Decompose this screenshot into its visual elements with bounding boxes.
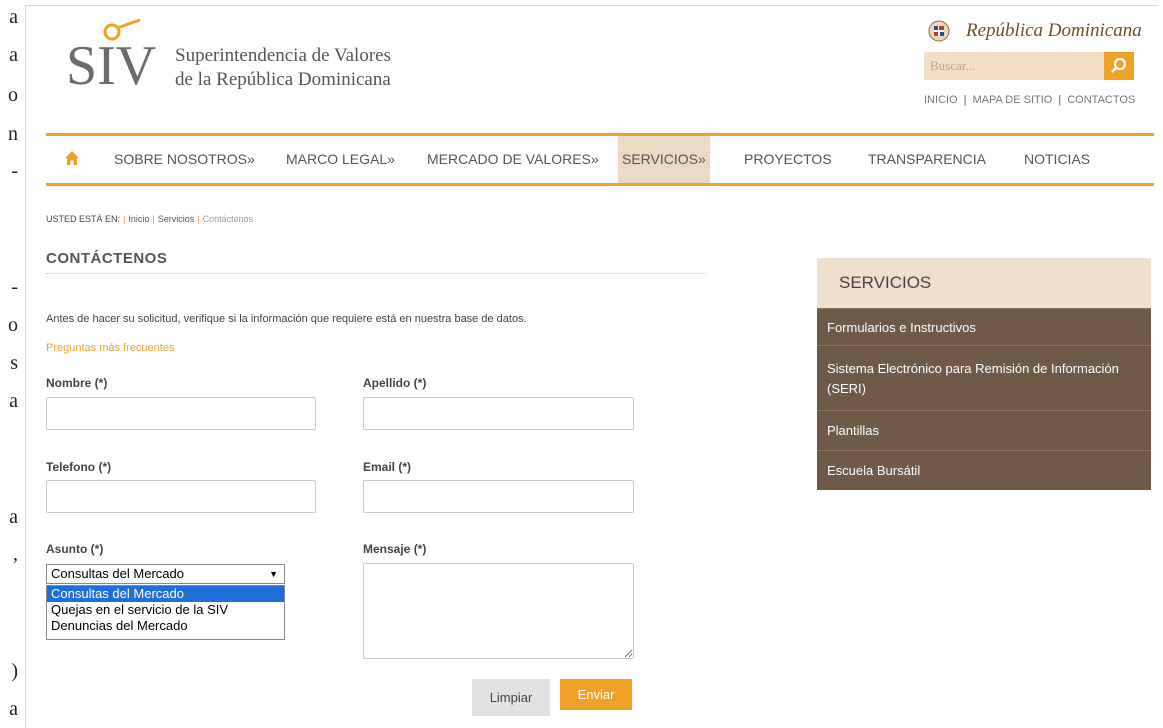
intro-text: Antes de hacer su solicitud, verifique s…	[46, 313, 527, 325]
apellido-label: Apellido (*)	[363, 376, 427, 390]
search-input[interactable]	[924, 52, 1104, 80]
gutter-glyph: o	[8, 84, 18, 106]
gutter-glyph: ,	[13, 543, 18, 565]
breadcrumb-label: USTED ESTÁ EN:	[46, 214, 121, 224]
email-field[interactable]	[363, 480, 634, 513]
telefono-field[interactable]	[46, 480, 316, 513]
gutter-glyph: o	[8, 314, 18, 336]
nombre-field[interactable]	[46, 397, 316, 430]
top-links: INICIO | MAPA DE SITIO | CONTACTOS	[924, 94, 1135, 106]
nav-mercado-de-valores[interactable]: MERCADO DE VALORES»	[427, 136, 599, 183]
asunto-dropdown-list: Consultas del Mercado Quejas en el servi…	[46, 585, 285, 640]
divider: |	[197, 214, 200, 224]
siv-logo[interactable]: SIV	[66, 18, 156, 97]
asunto-select[interactable]: Consultas del Mercado ▼	[46, 564, 285, 584]
title-divider	[46, 273, 706, 274]
top-link-mapa[interactable]: MAPA DE SITIO	[972, 94, 1052, 106]
coat-of-arms-icon	[928, 20, 950, 42]
asunto-label: Asunto (*)	[46, 542, 104, 556]
sidebar-title: SERVICIOS	[817, 258, 1151, 308]
gutter-glyph: -	[11, 276, 18, 298]
gutter-glyph: a	[9, 390, 18, 412]
gutter-glyph: n	[8, 123, 18, 145]
sidebar-item-seri[interactable]: Sistema Electrónico para Remisión de Inf…	[817, 345, 1151, 410]
org-name-line2: de la República Dominicana	[175, 69, 391, 90]
logo-letters: SIV	[66, 35, 156, 90]
gutter-glyph: -	[11, 160, 18, 182]
asunto-option[interactable]: Denuncias del Mercado	[47, 618, 284, 634]
submit-button[interactable]: Enviar	[560, 679, 632, 710]
divider: |	[963, 94, 967, 106]
sidebar-item-formularios[interactable]: Formularios e Instructivos	[817, 308, 1151, 345]
breadcrumb: USTED ESTÁ EN: | Inicio | Servicios | Contácte…	[46, 214, 253, 224]
page-title: CONTÁCTENOS	[46, 250, 168, 267]
home-icon[interactable]	[64, 150, 80, 166]
telefono-label: Telefono (*)	[46, 460, 112, 474]
nav-marco-legal[interactable]: MARCO LEGAL»	[286, 136, 395, 183]
nav-servicios[interactable]: SERVICIOS»	[618, 136, 710, 183]
dropdown-arrow-icon: ▼	[269, 569, 278, 579]
sidebar-item-escuela-bursatil[interactable]: Escuela Bursátil	[817, 450, 1151, 490]
top-link-inicio[interactable]: INICIO	[924, 94, 958, 106]
left-gutter: a a o n - - o s a a , ) a	[0, 0, 24, 728]
divider: |	[1058, 94, 1062, 106]
country-label[interactable]: República Dominicana	[966, 20, 1142, 42]
main-nav: SOBRE NOSOTROS» MARCO LEGAL» MERCADO DE …	[46, 133, 1154, 186]
org-name: Superintendencia de Valores de la Repúbl…	[175, 44, 391, 92]
gutter-glyph: a	[9, 698, 18, 720]
nav-sobre-nosotros[interactable]: SOBRE NOSOTROS»	[114, 136, 255, 183]
divider: |	[123, 214, 126, 224]
email-label: Email (*)	[363, 460, 412, 474]
gutter-glyph: a	[9, 506, 18, 528]
nav-noticias[interactable]: NOTICIAS	[1024, 136, 1090, 183]
gutter-glyph: s	[10, 352, 18, 374]
gutter-glyph: a	[9, 6, 18, 28]
org-name-line1: Superintendencia de Valores	[175, 45, 391, 66]
nombre-label: Nombre (*)	[46, 376, 108, 390]
gutter-glyph: )	[11, 660, 18, 682]
asunto-option[interactable]: Quejas en el servicio de la SIV	[47, 602, 284, 618]
search-icon	[1111, 57, 1127, 73]
clear-button[interactable]: Limpiar	[472, 679, 550, 716]
divider: |	[152, 214, 155, 224]
sidebar-item-plantillas[interactable]: Plantillas	[817, 410, 1151, 450]
nav-proyectos[interactable]: PROYECTOS	[744, 136, 832, 183]
asunto-selected-value: Consultas del Mercado	[51, 566, 184, 581]
apellido-field[interactable]	[363, 397, 634, 430]
nav-transparencia[interactable]: TRANSPARENCIA	[868, 136, 986, 183]
top-link-contactos[interactable]: CONTACTOS	[1067, 94, 1135, 106]
breadcrumb-inicio[interactable]: Inicio	[128, 214, 149, 224]
breadcrumb-current: Contáctenos	[202, 214, 254, 224]
search-button[interactable]	[1104, 52, 1134, 80]
faq-link[interactable]: Preguntas más frecuentes	[46, 342, 174, 354]
gutter-glyph: a	[9, 44, 18, 66]
breadcrumb-servicios[interactable]: Servicios	[158, 214, 195, 224]
mensaje-field[interactable]	[363, 563, 634, 659]
asunto-option[interactable]: Consultas del Mercado	[47, 586, 284, 602]
siv-logo-graphic: SIV	[66, 18, 156, 97]
mensaje-label: Mensaje (*)	[363, 542, 427, 556]
